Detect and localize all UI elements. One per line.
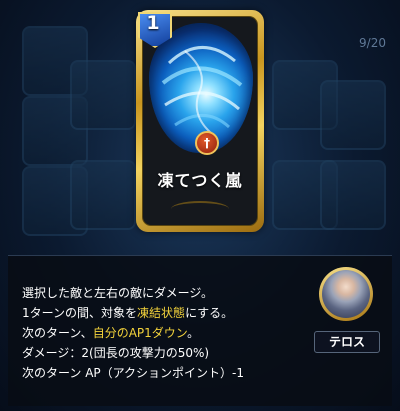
description-line: 選択した敵と左右の敵にダメージ。 bbox=[22, 283, 312, 303]
cost-value: 1 bbox=[146, 12, 160, 34]
card-count-label: 9/20 bbox=[359, 36, 386, 50]
description-highlight: 凍結状態 bbox=[137, 306, 186, 320]
description-text: 次のターン AP（アクションポイント）-1 bbox=[22, 366, 245, 380]
description-line: 次のターン AP（アクションポイント）-1 bbox=[22, 363, 312, 383]
description-line: ダメージ：2(団長の攻撃力の50%) bbox=[22, 343, 312, 363]
description-line: 1ターンの間、対象を凍結状態にする。 bbox=[22, 303, 312, 323]
card-ornament bbox=[171, 201, 229, 217]
description-text: 選択した敵と左右の敵にダメージ。 bbox=[22, 286, 214, 300]
skill-card[interactable]: † 凍てつく嵐 1 bbox=[136, 10, 264, 232]
card-description: 選択した敵と左右の敵にダメージ。 1ターンの間、対象を凍結状態にする。 次のターン、… bbox=[22, 283, 312, 383]
background-card-tile bbox=[70, 160, 136, 230]
background-card-tile bbox=[320, 160, 386, 230]
description-text: にする。 bbox=[185, 306, 234, 320]
background-card-tile bbox=[320, 80, 386, 150]
character-name: テロス bbox=[314, 331, 380, 353]
character-avatar[interactable] bbox=[319, 267, 373, 321]
card-name: 凍てつく嵐 bbox=[157, 171, 243, 190]
background-card-tile bbox=[70, 60, 136, 130]
card-face: † 凍てつく嵐 bbox=[142, 16, 258, 226]
character-portrait bbox=[322, 270, 370, 318]
description-line: 次のターン、自分のAP1ダウン。 bbox=[22, 323, 312, 343]
sword-icon: † bbox=[195, 131, 219, 155]
description-text: 。 bbox=[187, 326, 200, 340]
description-highlight: 自分のAP1ダウン bbox=[92, 326, 188, 340]
description-text: ダメージ：2(団長の攻撃力の50%) bbox=[22, 346, 210, 360]
description-text: 次のターン、 bbox=[22, 326, 93, 340]
description-text: 1ターンの間、対象を bbox=[22, 306, 138, 320]
